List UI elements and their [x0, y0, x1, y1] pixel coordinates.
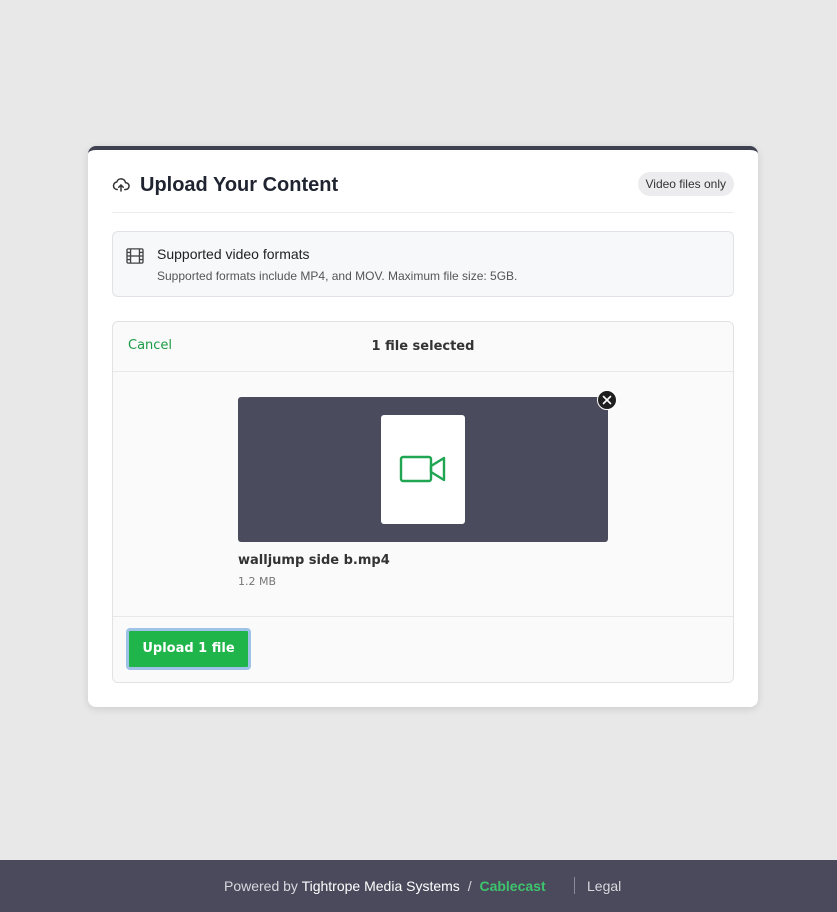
page-footer: Powered by Tightrope Media Systems / Cab… — [0, 860, 837, 912]
footer-credits: Powered by Tightrope Media Systems / Cab… — [224, 878, 546, 894]
powered-by-label: Powered by — [224, 878, 298, 894]
selected-count: 1 file selected — [371, 339, 475, 354]
company-link[interactable]: Tightrope Media Systems — [302, 878, 460, 894]
notice-title: Supported video formats — [157, 246, 310, 262]
dashboard-header: Cancel 1 file selected — [113, 322, 733, 372]
upload-button[interactable]: Upload 1 file — [126, 628, 251, 670]
dashboard-footer: Upload 1 file — [113, 616, 733, 682]
file-size: 1.2 MB — [238, 575, 277, 588]
brand-link[interactable]: Cablecast — [479, 878, 545, 894]
film-icon — [126, 248, 144, 264]
upload-dashboard: Cancel 1 file selected walljump side b.m… — [112, 321, 734, 683]
footer-divider — [574, 877, 575, 894]
remove-file-button[interactable] — [597, 390, 617, 410]
upload-card: Upload Your Content Video files only Sup… — [88, 146, 758, 707]
footer-separator: / — [467, 878, 472, 894]
notice-description: Supported formats include MP4, and MOV. … — [157, 269, 518, 283]
supported-formats-notice: Supported video formats Supported format… — [112, 231, 734, 297]
card-header: Upload Your Content Video files only — [112, 172, 734, 213]
file-preview — [238, 397, 608, 542]
legal-link[interactable]: Legal — [587, 878, 621, 894]
page-title: Upload Your Content — [140, 174, 339, 196]
cloud-upload-icon — [112, 178, 130, 192]
file-type-badge: Video files only — [637, 172, 734, 196]
video-camera-icon — [399, 455, 446, 483]
file-thumbnail — [381, 415, 465, 524]
file-name: walljump side b.mp4 — [238, 553, 390, 568]
close-icon — [602, 395, 612, 405]
